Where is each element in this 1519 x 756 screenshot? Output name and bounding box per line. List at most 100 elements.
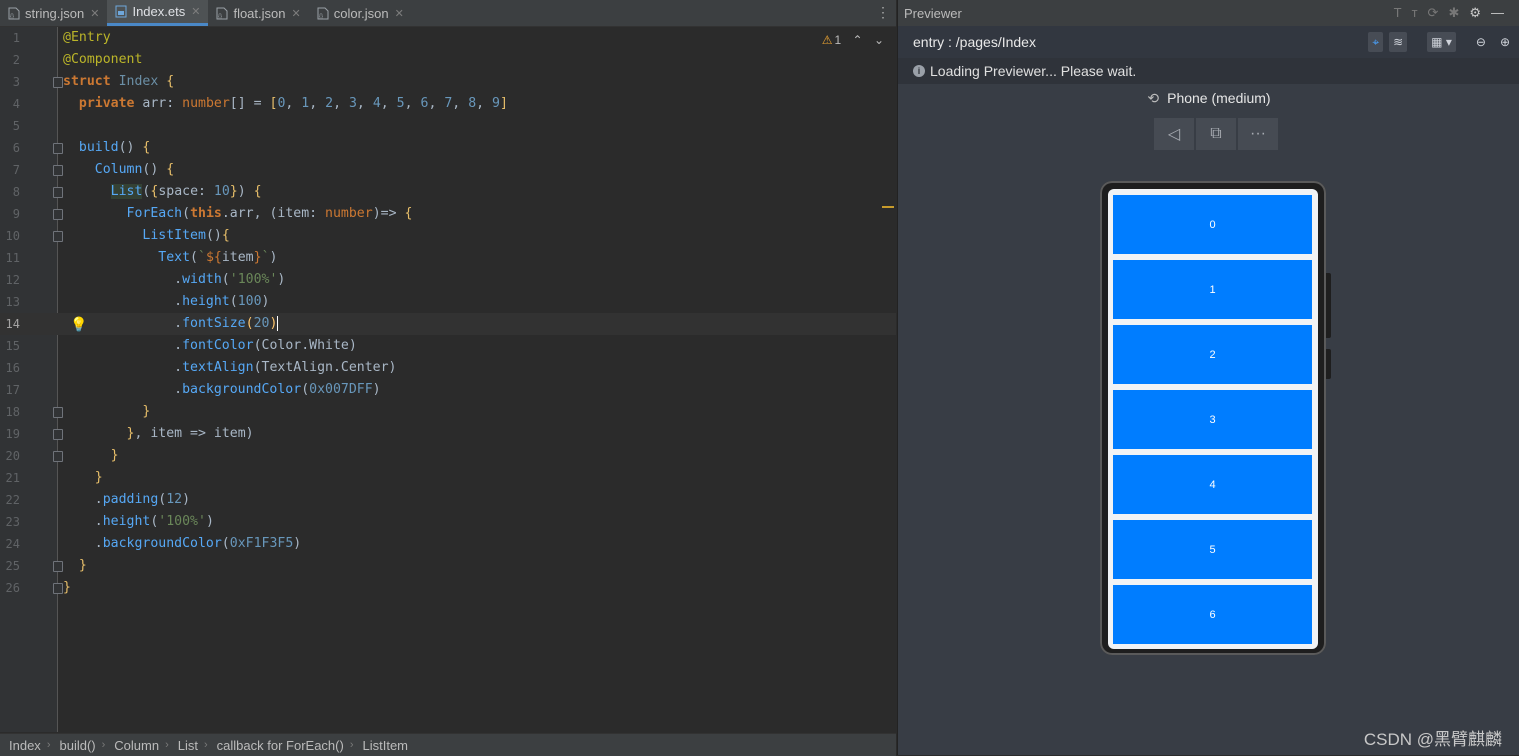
code-line: 19 }, item => item) xyxy=(5,426,254,441)
code-line: 11 Text(`${item}`) xyxy=(5,250,278,265)
fold-icon[interactable] xyxy=(53,231,63,242)
fold-icon[interactable] xyxy=(53,143,63,154)
device-selector[interactable]: ⟲ Phone (medium) xyxy=(898,90,1519,107)
breadcrumb-item[interactable]: Index xyxy=(0,738,47,753)
previewer-header: Previewer Tт⟳✱⚙— xyxy=(898,0,1519,26)
code-line: 25 } xyxy=(5,558,87,573)
json-file-icon: {} xyxy=(8,7,20,20)
more-icon[interactable]: ··· xyxy=(1238,118,1278,150)
minimize-icon[interactable]: — xyxy=(1491,5,1514,20)
tab-label: Index.ets xyxy=(132,4,186,19)
code-line: 26} xyxy=(5,580,71,595)
refresh-icon[interactable]: ⟳ xyxy=(1428,5,1449,20)
code-editor[interactable]: ⚠ 1 ⌃ ⌄ 1 @Entry 2 @Component 3 struct Index… xyxy=(0,27,896,732)
breadcrumb-item[interactable]: List xyxy=(169,738,204,753)
phone-screen[interactable]: 0 1 2 3 4 5 6 xyxy=(1108,189,1318,649)
watermark: CSDN @黑臂麒麟 xyxy=(1363,730,1502,749)
tab-string-json[interactable]: {} string.json ✕ xyxy=(0,0,107,26)
grid-dropdown-button[interactable]: ▦ ▾ xyxy=(1427,32,1456,52)
previewer-panel: Previewer Tт⟳✱⚙— entry : /pages/Index ⌖ … xyxy=(897,0,1519,755)
info-icon: i xyxy=(913,65,925,77)
svg-text:{}: {} xyxy=(218,14,222,20)
tab-float-json[interactable]: {} float.json ✕ xyxy=(208,0,308,26)
font-size-icon[interactable]: Tт xyxy=(1394,5,1428,20)
code-line: 23 .height('100%') xyxy=(5,514,214,529)
tab-color-json[interactable]: {} color.json ✕ xyxy=(309,0,412,26)
fold-icon[interactable] xyxy=(53,209,63,220)
fold-device-icon[interactable]: ⧉ xyxy=(1196,118,1236,150)
device-controls: ◁ ⧉ ··· xyxy=(1154,118,1278,150)
tab-label: float.json xyxy=(233,5,286,21)
svg-text:{}: {} xyxy=(10,14,14,20)
fold-icon[interactable] xyxy=(53,407,63,418)
code-line: 18 } xyxy=(5,404,151,419)
gear-icon[interactable]: ⚙ xyxy=(1469,5,1491,20)
code-line: 5 xyxy=(12,119,20,133)
code-line: 8 List({space: 10}) { xyxy=(12,184,262,199)
code-line: 12 .width('100%') xyxy=(5,272,286,287)
previewer-title: Previewer xyxy=(904,5,962,21)
code-line: 6 build() { xyxy=(12,140,151,155)
code-line: 9 ForEach(this.arr, (item: number)=> { xyxy=(12,206,413,221)
code-line: 13 .height(100) xyxy=(5,294,270,309)
close-icon[interactable]: ✕ xyxy=(90,7,99,20)
phone-side-button xyxy=(1326,273,1331,338)
breadcrumb-item[interactable]: build() xyxy=(50,738,101,753)
breadcrumb: Index › build() › Column › List › callback f… xyxy=(0,733,896,756)
close-icon[interactable]: ✕ xyxy=(191,5,200,18)
layers-icon[interactable]: ≋ xyxy=(1389,32,1408,52)
editor-tab-bar: {} string.json ✕ Index.ets ✕ {} float.js… xyxy=(0,0,896,27)
list-item[interactable]: 6 xyxy=(1113,585,1312,644)
breadcrumb-item[interactable]: ListItem xyxy=(353,738,414,753)
previewer-toolbar: Tт⟳✱⚙— xyxy=(1394,5,1514,21)
previewer-path-bar: entry : /pages/Index ⌖ ≋ ▦ ▾ ⊖ ⊕ xyxy=(898,26,1519,58)
list-item[interactable]: 1 xyxy=(1113,260,1312,319)
bug-icon[interactable]: ✱ xyxy=(1448,5,1469,20)
fold-icon[interactable] xyxy=(53,583,63,594)
svg-text:{}: {} xyxy=(319,14,323,20)
list-item[interactable]: 3 xyxy=(1113,390,1312,449)
tab-label: string.json xyxy=(25,5,85,21)
json-file-icon: {} xyxy=(317,7,329,20)
zoom-in-icon[interactable]: ⊕ xyxy=(1496,32,1514,52)
fold-icon[interactable] xyxy=(53,451,63,462)
phone-side-button xyxy=(1326,349,1331,379)
inspector-icon[interactable]: ⌖ xyxy=(1368,32,1384,52)
list-item[interactable]: 0 xyxy=(1113,195,1312,254)
close-icon[interactable]: ✕ xyxy=(292,7,301,20)
rotate-icon[interactable]: ⟲ xyxy=(1147,90,1159,106)
code-line: 1 @Entry xyxy=(12,30,111,45)
loading-text: Loading Previewer... Please wait. xyxy=(930,63,1137,79)
code-line: 7 Column() { xyxy=(12,162,175,177)
breadcrumb-item[interactable]: Column xyxy=(105,738,165,753)
fold-icon[interactable] xyxy=(53,429,63,440)
code-line: 4 private arr: number[] = [0, 1, 2, 3, 4… xyxy=(12,96,508,111)
breadcrumb-item[interactable]: callback for ForEach() xyxy=(208,738,350,753)
code-line: 2 @Component xyxy=(12,52,143,67)
back-button[interactable]: ◁ xyxy=(1154,118,1194,150)
code-line: 15 .fontColor(Color.White) xyxy=(5,338,357,353)
phone-frame: 0 1 2 3 4 5 6 xyxy=(1100,181,1326,655)
code-line: 24 .backgroundColor(0xF1F3F5) xyxy=(5,536,302,551)
tab-label: color.json xyxy=(333,5,389,21)
tab-index-ets[interactable]: Index.ets ✕ xyxy=(107,0,209,26)
fold-icon[interactable] xyxy=(53,187,63,198)
page-path: entry : /pages/Index xyxy=(913,34,1036,50)
loading-banner: i Loading Previewer... Please wait. xyxy=(898,58,1519,84)
ets-file-icon xyxy=(115,5,127,18)
list-item[interactable]: 2 xyxy=(1113,325,1312,384)
zoom-out-icon[interactable]: ⊖ xyxy=(1472,32,1490,52)
code-line: 3 struct Index { xyxy=(12,74,175,89)
code-line: 20 } xyxy=(5,448,119,463)
fold-icon[interactable] xyxy=(53,561,63,572)
close-icon[interactable]: ✕ xyxy=(395,7,404,20)
json-file-icon: {} xyxy=(216,7,228,20)
list-item[interactable]: 4 xyxy=(1113,455,1312,514)
fold-icon[interactable] xyxy=(53,165,63,176)
more-vertical-icon[interactable]: ⋮ xyxy=(876,4,890,21)
code-line: 21 } xyxy=(5,470,103,485)
fold-icon[interactable] xyxy=(53,77,63,88)
list-item[interactable]: 5 xyxy=(1113,520,1312,579)
code-line: 10 ListItem(){ xyxy=(5,228,230,243)
device-name: Phone (medium) xyxy=(1167,90,1271,106)
